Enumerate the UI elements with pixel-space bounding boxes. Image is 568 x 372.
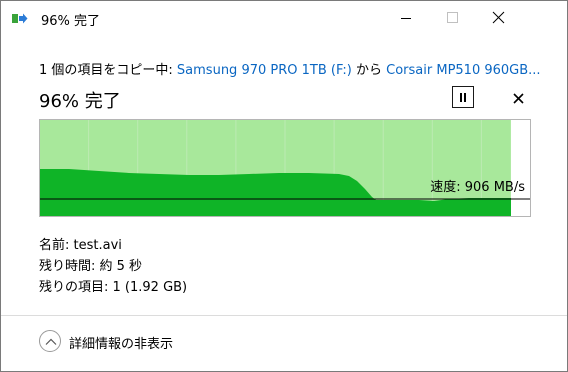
time-remaining-value: 約 5 秒 xyxy=(99,259,143,274)
maximize-button[interactable] xyxy=(430,1,476,35)
cancel-copy-button[interactable] xyxy=(509,88,529,108)
speed-label: 速度: 906 MB/s xyxy=(430,179,525,195)
footer-divider xyxy=(1,315,567,316)
pause-button[interactable] xyxy=(452,86,474,108)
less-details-label: 詳細情報の非表示 xyxy=(69,337,174,352)
name-row: 名前: test.avi xyxy=(39,234,122,253)
items-remaining-value: 1 (1.92 GB) xyxy=(112,280,188,295)
items-remaining-label: 残りの項目: xyxy=(39,280,113,295)
file-copy-icon xyxy=(12,13,28,24)
maximize-icon xyxy=(447,12,458,23)
copy-description: 1 個の項目をコピー中: Samsung 970 PRO 1TB (F:) から… xyxy=(39,59,541,78)
title-bar[interactable]: 96% 完了 xyxy=(1,1,567,35)
copy-prefix: 1 個の項目をコピー中: xyxy=(39,63,177,78)
copy-progress-window: 96% 完了 1 個の項目をコピー中: Samsung 970 PRO 1TB … xyxy=(0,0,568,372)
minimize-button[interactable] xyxy=(384,1,430,35)
window-title: 96% 完了 xyxy=(41,14,101,29)
name-value: test.avi xyxy=(73,238,122,253)
destination-link[interactable]: Corsair MP510 960GB... xyxy=(386,63,540,78)
copy-middle: から xyxy=(351,63,387,78)
chevron-up-icon xyxy=(39,330,61,352)
close-window-button[interactable] xyxy=(476,1,522,35)
items-remaining-row: 残りの項目: 1 (1.92 GB) xyxy=(39,276,187,295)
time-remaining-row: 残り時間: 約 5 秒 xyxy=(39,255,142,274)
close-icon xyxy=(492,11,505,24)
minimize-icon xyxy=(401,18,411,19)
name-label: 名前: xyxy=(39,238,74,253)
speed-graph: 速度: 906 MB/s xyxy=(39,119,531,217)
pause-icon xyxy=(460,93,462,102)
source-link[interactable]: Samsung 970 PRO 1TB (F:) xyxy=(177,63,352,78)
time-remaining-label: 残り時間: xyxy=(39,259,100,274)
progress-percent: 96% 完了 xyxy=(39,91,121,112)
